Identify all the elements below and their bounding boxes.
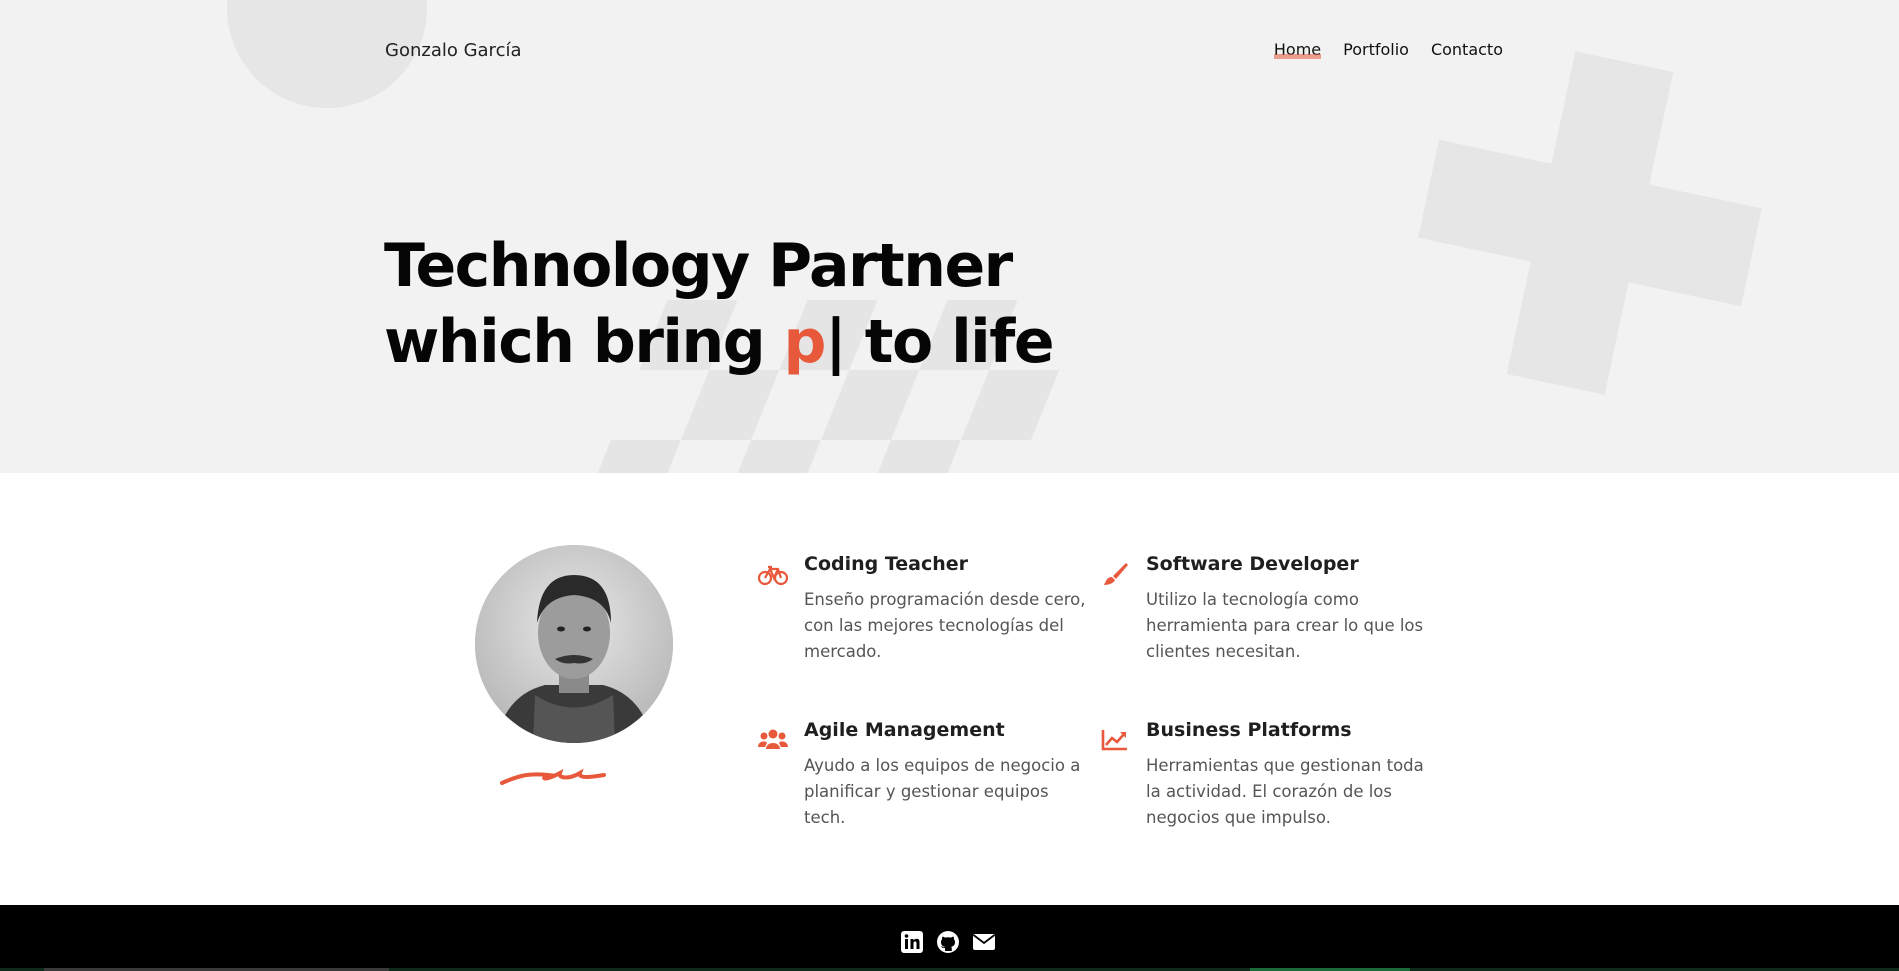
feature-text: Utilizo la tecnología como herramienta p… [1146,590,1424,661]
nav-home[interactable]: Home [1273,40,1322,59]
chart-line-icon [1101,730,1127,751]
feature-title: Software Developer [1146,553,1359,575]
brand-name[interactable]: Gonzalo García [385,40,522,61]
social-links [900,930,996,954]
feature-title: Agile Management [804,719,1005,741]
feature-title: Coding Teacher [804,553,969,575]
envelope-icon[interactable] [972,930,996,954]
headline-line-2-suffix: to life [845,307,1055,377]
bicycle-icon [758,565,788,586]
decorative-cross [1394,27,1785,418]
users-icon [758,729,788,749]
hero-headline: Technology Partner which bring p| to lif… [384,228,1055,380]
typing-cursor: | [825,307,847,377]
footer [0,905,1899,971]
github-icon[interactable] [936,930,960,954]
headline-line-1: Technology Partner [384,231,1013,301]
headline-line-2-prefix: which bring [384,307,784,377]
nav-portfolio[interactable]: Portfolio [1343,40,1409,59]
paintbrush-icon [1104,563,1128,585]
about-section: Coding Teacher Enseño programación desde… [0,473,1899,905]
typed-word: p [783,307,827,377]
feature-text: Enseño programación desde cero, con las … [804,590,1086,661]
nav-contacto[interactable]: Contacto [1431,40,1503,59]
feature-text: Ayudo a los equipos de negocio a planifi… [804,756,1081,827]
squiggle-decoration [500,768,606,785]
main-nav: Home Portfolio Contacto [1273,40,1503,59]
hero-section: Gonzalo García Home Portfolio Contacto T… [0,0,1899,473]
feature-text: Herramientas que gestionan toda la activ… [1146,756,1424,827]
linkedin-icon[interactable] [900,930,924,954]
profile-photo [475,545,673,743]
feature-title: Business Platforms [1146,719,1352,741]
